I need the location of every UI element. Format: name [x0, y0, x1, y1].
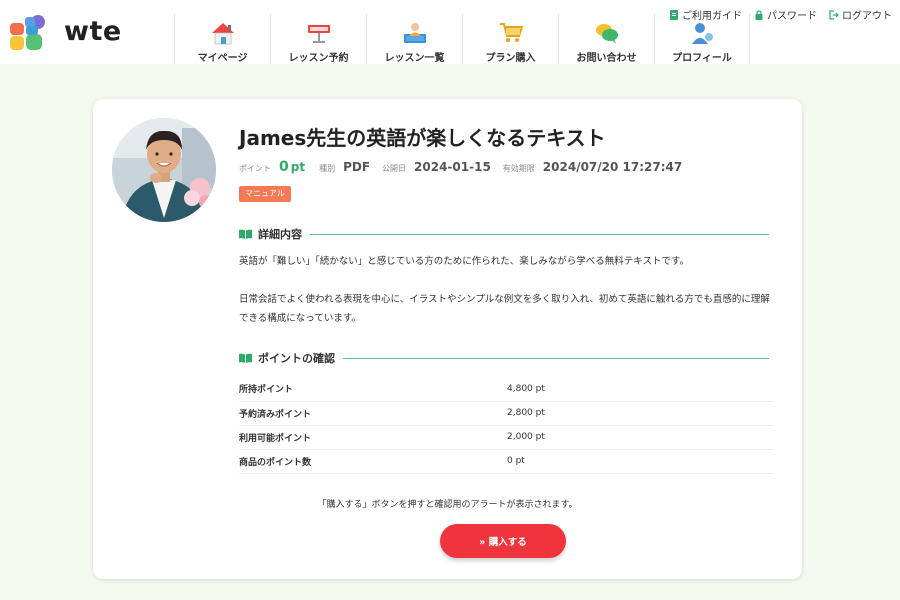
table-row: 商品のポイント数 0 pt [239, 449, 773, 474]
points-row-label: 所持ポイント [239, 377, 507, 402]
expiry-meta-label: 有効期限 [502, 164, 535, 173]
logout-link[interactable]: ログアウト [829, 7, 892, 22]
nav-label: レッスン予約 [288, 53, 349, 64]
table-row: 予約済みポイント 2,800 pt [239, 401, 773, 426]
points-row-value: 2,800 pt [507, 401, 773, 426]
points-section-header: ポイントの確認 [239, 350, 769, 366]
guide-link-label: ご利用ガイド [682, 11, 742, 22]
points-row-label: 予約済みポイント [239, 401, 507, 426]
guide-link[interactable]: ご利用ガイド [669, 7, 742, 22]
purchase-button[interactable]: » 購入する [440, 524, 566, 558]
logout-icon [829, 9, 839, 20]
points-meta-label: ポイント [239, 164, 271, 173]
points-row-value: 2,000 pt [507, 425, 773, 450]
nav-item-plan-purchase[interactable]: プラン購入 [462, 14, 558, 64]
logout-link-label: ログアウト [842, 11, 892, 22]
cart-icon [499, 23, 523, 42]
details-section-header: 詳細内容 [239, 226, 769, 242]
points-meta-unit: pt [290, 160, 306, 174]
product-title: James先生の英語が楽しくなるテキスト [239, 126, 606, 150]
details-paragraph-1: 英語が「難しい」「続かない」と感じている方のために作られた、楽しみながら学べる無… [239, 256, 690, 267]
house-icon [211, 23, 234, 45]
utility-links: ご利用ガイド パスワード ログアウト [669, 7, 892, 22]
nav-label: プロフィール [672, 53, 732, 64]
table-row: 所持ポイント 4,800 pt [239, 377, 773, 402]
section-divider [343, 357, 769, 359]
site-header: wte マイページ レッスン予約 レッスン一覧 プラン購入 お問い合わせ プロフ… [0, 0, 900, 64]
expiry-meta-value: 2024/07/20 17:27:47 [542, 160, 683, 174]
points-row-value: 0 pt [507, 449, 773, 474]
teacher-avatar [112, 118, 216, 222]
guide-icon [670, 9, 678, 20]
lock-icon [755, 9, 763, 20]
points-row-label: 利用可能ポイント [239, 425, 507, 450]
section-divider [310, 233, 769, 235]
product-card: James先生の英語が楽しくなるテキスト ポイント 0 pt 種別 PDF 公開… [93, 99, 802, 579]
nav-item-lesson-reserve[interactable]: レッスン予約 [270, 14, 366, 64]
teacher-monitor-icon [403, 23, 426, 43]
type-meta-label: 種別 [319, 164, 336, 173]
published-meta-label: 公開日 [382, 164, 407, 173]
points-heading: ポイントの確認 [258, 352, 335, 365]
nav-label: お問い合わせ [576, 53, 637, 64]
points-meta-value: 0 [279, 159, 289, 175]
product-meta: ポイント 0 pt 種別 PDF 公開日 2024-01-15 有効期限 202… [239, 159, 694, 175]
chat-bubbles-icon [595, 24, 618, 44]
nav-item-mypage[interactable]: マイページ [174, 14, 270, 64]
nav-label: マイページ [197, 53, 248, 64]
purchase-note: 「購入する」ボタンを押すと確認用のアラートが表示されます。 [317, 500, 578, 510]
published-meta-value: 2024-01-15 [414, 160, 491, 174]
user-profile-icon [692, 23, 713, 44]
category-tag: マニュアル [239, 186, 291, 202]
details-paragraph-2: 日常会話でよく使われる表現を中心に、イラストやシンプルな例文を多く取り入れ、初め… [239, 294, 770, 324]
points-row-value: 4,800 pt [507, 377, 773, 402]
open-book-icon [239, 353, 252, 363]
teacher-photo-icon [112, 118, 216, 222]
password-link-label: パスワード [767, 11, 817, 22]
nav-item-contact[interactable]: お問い合わせ [558, 14, 654, 64]
points-row-label: 商品のポイント数 [239, 449, 507, 474]
table-row: 利用可能ポイント 2,000 pt [239, 425, 773, 450]
open-book-icon [239, 229, 252, 239]
logo-mark-icon [10, 15, 45, 50]
main-nav: マイページ レッスン予約 レッスン一覧 プラン購入 お問い合わせ プロフィール [174, 14, 750, 64]
logo-text: wte [64, 16, 122, 47]
password-link[interactable]: パスワード [754, 7, 817, 22]
points-table: 所持ポイント 4,800 pt 予約済みポイント 2,800 pt 利用可能ポイ… [239, 377, 773, 474]
site-logo[interactable]: wte [10, 14, 122, 52]
nav-label: プラン購入 [485, 53, 536, 64]
nav-label: レッスン一覧 [384, 53, 445, 64]
details-heading: 詳細内容 [258, 228, 302, 241]
reserved-sign-icon [307, 25, 330, 43]
type-meta-value: PDF [343, 160, 371, 174]
nav-item-lesson-list[interactable]: レッスン一覧 [366, 14, 462, 64]
